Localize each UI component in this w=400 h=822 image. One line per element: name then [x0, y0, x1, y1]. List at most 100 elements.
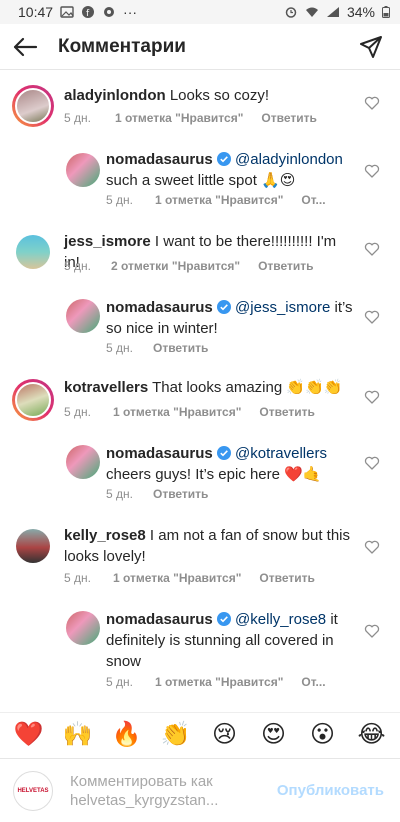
comment-age: 5 дн. — [106, 341, 133, 355]
send-icon — [360, 35, 382, 58]
comment-text: such a sweet little spot 🙏😍 — [106, 172, 296, 189]
comment-meta: 5 дн. 1 отметка "Нравится" От... — [106, 193, 326, 207]
comment-username[interactable]: aladyinlondon — [64, 87, 166, 104]
comment-text: cheers guys! It’s epic here ❤️🤙 — [106, 466, 322, 483]
likes-count-button[interactable]: 1 отметка "Нравится" — [113, 571, 241, 585]
comment-text: That looks amazing 👏👏👏 — [148, 379, 343, 396]
avatar[interactable] — [12, 85, 54, 127]
comment-age: 5 дн. — [106, 675, 133, 689]
comment-username[interactable]: kelly_rose8 — [64, 527, 146, 544]
comment-meta: 5 дн. 1 отметка "Нравится" Ответить — [64, 405, 315, 419]
facebook-icon: f — [82, 6, 95, 18]
avatar[interactable] — [66, 445, 100, 479]
avatar[interactable] — [66, 153, 100, 187]
comment-meta: 5 дн. Ответить — [106, 487, 208, 501]
likes-count-button[interactable]: 1 отметка "Нравится" — [113, 405, 241, 419]
like-heart-icon[interactable] — [364, 539, 380, 555]
page-title: Комментарии — [58, 35, 186, 57]
comment-item: kelly_rose8 I am not a fan of snow but t… — [0, 517, 400, 597]
reply-button[interactable]: От... — [301, 193, 325, 207]
comment-composer: HELVETAS Комментировать как helvetas_kyr… — [0, 758, 400, 822]
comments-list[interactable]: aladyinlondon Looks so cozy! 5 дн. 1 отм… — [0, 71, 400, 706]
status-more-icon: ··· — [123, 4, 138, 20]
like-heart-icon[interactable] — [364, 241, 380, 257]
status-time: 10:47 — [18, 4, 54, 20]
comment-input-placeholder: Комментировать как — [70, 772, 213, 790]
emoji-fire-button[interactable]: 🔥 — [110, 718, 144, 752]
reply-button[interactable]: Ответить — [258, 259, 313, 273]
battery-level: 34% — [346, 4, 375, 20]
emoji-clap-button[interactable]: 👏 — [159, 718, 193, 752]
emoji-laughing-button[interactable]: 😂 — [355, 718, 389, 752]
comment-text: Looks so cozy! — [165, 87, 270, 104]
comment-text-start: it — [326, 611, 338, 628]
comment-username[interactable]: kotravellers — [64, 379, 148, 396]
back-button[interactable] — [2, 24, 48, 70]
likes-count-button[interactable]: 1 отметка "Нравится" — [115, 111, 243, 125]
my-avatar: HELVETAS — [13, 770, 53, 811]
battery-icon — [382, 6, 390, 18]
avatar[interactable] — [16, 529, 50, 563]
like-heart-icon[interactable] — [364, 623, 380, 639]
emoji-crying-button[interactable]: 😢 — [208, 718, 242, 752]
avatar[interactable] — [12, 379, 54, 421]
arrow-left-icon — [13, 37, 38, 56]
comment-item: aladyinlondon Looks so cozy! 5 дн. 1 отм… — [0, 71, 400, 141]
comment-item: jess_ismore I want to be there!!!!!!!!!!… — [0, 223, 400, 279]
comment-username[interactable]: nomadasaurus — [106, 611, 213, 628]
comment-mention[interactable]: @kelly_rose8 — [235, 611, 326, 628]
verified-badge-icon — [216, 612, 231, 626]
settings-icon — [104, 7, 115, 17]
reply-button[interactable]: Ответить — [259, 405, 314, 419]
comment-meta: 5 дн. 1 отметка "Нравится" Ответить — [64, 571, 315, 585]
reply-button[interactable]: Ответить — [259, 571, 314, 585]
likes-count-button[interactable]: 2 отметки "Нравится" — [111, 259, 240, 273]
avatar[interactable] — [66, 299, 100, 333]
like-heart-icon[interactable] — [364, 389, 380, 405]
comment-age: 5 дн. — [64, 259, 91, 273]
avatar[interactable] — [66, 611, 100, 645]
comment-username[interactable]: jess_ismore — [64, 233, 151, 250]
reply-item: nomadasaurus @kelly_rose8 it definitely … — [0, 603, 400, 693]
reply-button[interactable]: Ответить — [153, 487, 208, 501]
comment-meta: 5 дн. Ответить — [106, 341, 208, 355]
comment-meta: 5 дн. 1 отметка "Нравится" Ответить — [64, 111, 317, 125]
emoji-heart-eyes-button[interactable]: 😍 — [257, 718, 291, 752]
reply-button[interactable]: Ответить — [261, 111, 316, 125]
comment-text-start: I am not a fan of snow but this — [145, 527, 351, 544]
comment-username[interactable]: nomadasaurus — [106, 151, 213, 168]
post-button[interactable]: Опубликовать — [277, 782, 384, 799]
comment-mention[interactable]: @jess_ismore — [235, 299, 330, 316]
emoji-raised-hands-button[interactable]: 🙌 — [61, 718, 95, 752]
gallery-icon — [60, 6, 74, 18]
likes-count-button[interactable]: 1 отметка "Нравится" — [155, 193, 283, 207]
comment-username[interactable]: nomadasaurus — [106, 445, 213, 462]
comment-item: kotravellers That looks amazing 👏👏👏 5 дн… — [0, 369, 400, 429]
like-heart-icon[interactable] — [364, 95, 380, 111]
comment-mention[interactable]: @kotravellers — [235, 445, 327, 462]
emoji-heart-button[interactable]: ❤️ — [12, 718, 46, 752]
like-heart-icon[interactable] — [364, 163, 380, 179]
comment-username[interactable]: nomadasaurus — [106, 299, 213, 316]
likes-count-button[interactable]: 1 отметка "Нравится" — [155, 675, 283, 689]
comment-text-end: snow — [106, 653, 142, 670]
comment-text: looks lovely! — [64, 548, 146, 565]
verified-badge-icon — [216, 446, 231, 460]
like-heart-icon[interactable] — [364, 309, 380, 325]
share-button[interactable] — [348, 24, 394, 70]
like-heart-icon[interactable] — [364, 455, 380, 471]
comment-input[interactable]: Комментировать как helvetas_kyrgyzstan..… — [70, 772, 270, 810]
verified-badge-icon — [216, 300, 231, 314]
reply-button[interactable]: Ответить — [153, 341, 208, 355]
comment-age: 5 дн. — [106, 193, 133, 207]
comment-meta: 5 дн. 1 отметка "Нравится" От... — [106, 675, 326, 689]
emoji-surprised-button[interactable]: 😮 — [306, 718, 340, 752]
comment-meta: 5 дн. 2 отметки "Нравится" Ответить — [64, 259, 314, 273]
reply-button[interactable]: От... — [301, 675, 325, 689]
comment-input-account: helvetas_kyrgyzstan... — [70, 791, 219, 809]
comment-mention[interactable]: @aladyinlondon — [235, 151, 343, 168]
comment-age: 5 дн. — [64, 111, 91, 125]
status-bar: 10:47 f ··· 34% — [0, 0, 400, 24]
avatar[interactable] — [16, 235, 50, 269]
comment-age: 5 дн. — [64, 405, 91, 419]
